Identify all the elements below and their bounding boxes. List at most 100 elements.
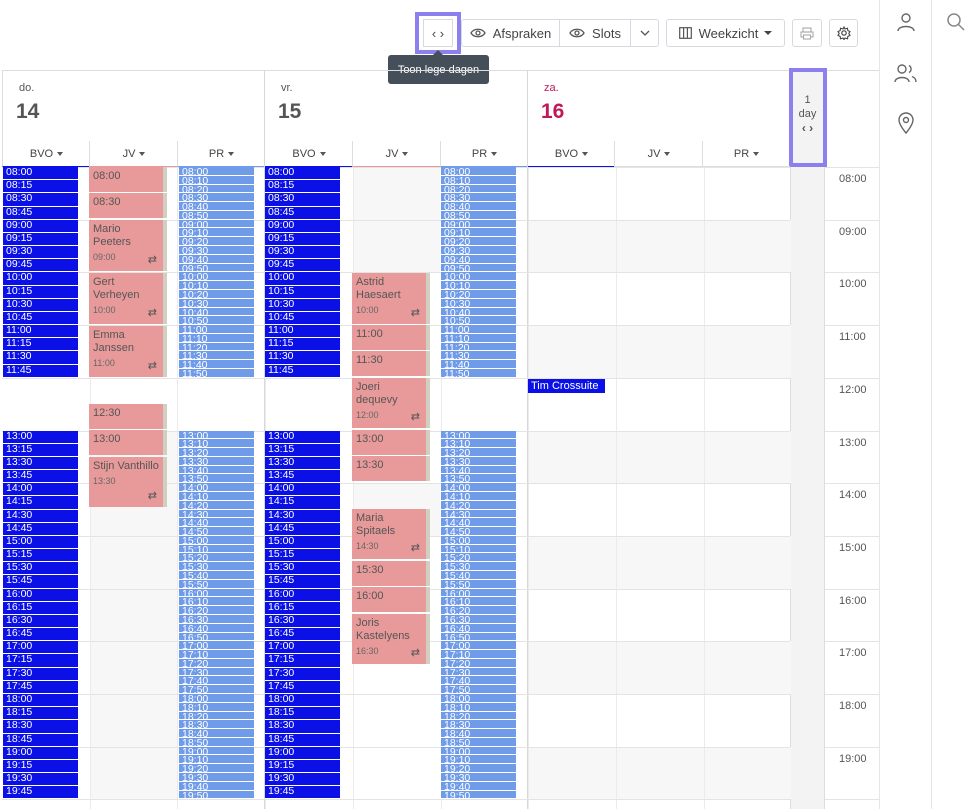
slot[interactable]: 15:45 [3, 575, 78, 589]
slot[interactable]: 09:00 [441, 219, 516, 229]
slot[interactable]: 17:20 [179, 658, 254, 668]
slot[interactable]: 16:40 [179, 623, 254, 633]
slot[interactable]: 09:45 [265, 259, 340, 273]
slot[interactable]: 10:10 [179, 281, 254, 290]
appointment[interactable]: 13:00 [352, 430, 430, 455]
view-selector-button[interactable]: Weekzicht [666, 19, 785, 47]
appointment[interactable]: Joeri dequevy 12:00 ⇄ [352, 378, 430, 428]
slot[interactable]: 09:40 [179, 254, 254, 264]
slot[interactable]: 13:15 [265, 443, 340, 457]
slot[interactable]: 09:15 [265, 232, 340, 247]
slot[interactable]: 16:50 [441, 632, 516, 642]
slot[interactable]: 18:00 [265, 694, 340, 708]
search-icon[interactable] [946, 12, 965, 31]
slot[interactable]: 17:15 [3, 654, 78, 668]
slot[interactable]: 08:45 [265, 206, 340, 220]
slot[interactable]: 09:30 [441, 246, 516, 255]
calendar-event[interactable]: Tim Crossuite [528, 379, 605, 393]
slot[interactable]: 09:10 [179, 228, 254, 238]
slot[interactable]: 17:15 [265, 654, 340, 668]
slot[interactable]: 13:00 [265, 430, 340, 444]
slot[interactable]: 16:45 [265, 628, 340, 642]
slot[interactable]: 19:10 [441, 755, 516, 765]
slot[interactable]: 10:15 [3, 285, 78, 299]
day-header-friday[interactable]: vr. 15 [264, 70, 528, 141]
appointment[interactable]: 11:00 [352, 325, 430, 350]
slot[interactable]: 09:40 [441, 254, 516, 264]
slot[interactable]: 19:30 [179, 773, 254, 782]
slot[interactable]: 08:40 [441, 202, 516, 211]
column-header-fri-bvo[interactable]: BVO [264, 141, 353, 167]
slot[interactable]: 11:15 [265, 338, 340, 352]
slot[interactable]: 11:50 [179, 369, 254, 378]
slot[interactable]: 09:50 [179, 263, 254, 273]
slot[interactable]: 14:50 [179, 527, 254, 536]
slot[interactable]: 17:30 [3, 667, 78, 681]
slot[interactable]: 08:50 [179, 210, 254, 220]
slot[interactable]: 13:30 [3, 456, 78, 471]
slot[interactable]: 10:45 [3, 311, 78, 326]
slot[interactable]: 11:30 [441, 351, 516, 361]
slot[interactable]: 13:40 [441, 465, 516, 475]
slot[interactable]: 13:10 [179, 439, 254, 449]
appointments-toggle-button[interactable]: Afspraken [461, 19, 560, 47]
slot[interactable]: 10:45 [265, 311, 340, 326]
column-header-fri-jv[interactable]: JV [352, 141, 441, 167]
slot[interactable]: 18:45 [265, 733, 340, 747]
slot[interactable]: 17:00 [3, 641, 78, 655]
slot[interactable]: 10:50 [441, 316, 516, 326]
slot[interactable]: 16:00 [265, 588, 340, 602]
slot[interactable]: 13:45 [3, 470, 78, 484]
slot[interactable]: 11:45 [265, 364, 340, 378]
slot[interactable]: 16:00 [179, 588, 254, 598]
slot[interactable]: 09:20 [179, 237, 254, 247]
slot[interactable]: 19:30 [441, 773, 516, 782]
appointment[interactable]: 13:30 [352, 456, 430, 481]
slot[interactable]: 11:10 [441, 333, 516, 343]
slot[interactable]: 08:00 [179, 167, 254, 176]
slot[interactable]: 10:30 [441, 298, 516, 308]
slot[interactable]: 15:50 [441, 579, 516, 589]
slot[interactable]: 15:00 [441, 535, 516, 545]
slot[interactable]: 14:15 [3, 496, 78, 510]
slot[interactable]: 19:45 [265, 786, 340, 800]
slot[interactable]: 14:30 [3, 509, 78, 523]
slot[interactable]: 19:45 [3, 786, 78, 800]
appointment[interactable]: 15:30 [352, 561, 430, 586]
slot[interactable]: 19:00 [441, 746, 516, 756]
slot[interactable]: 18:00 [179, 694, 254, 703]
slot[interactable]: 14:40 [441, 518, 516, 528]
appointment[interactable]: 08:30 [89, 193, 167, 218]
slot[interactable]: 15:00 [265, 535, 340, 550]
slot[interactable]: 08:15 [3, 180, 78, 194]
slot[interactable]: 11:30 [179, 351, 254, 361]
slot[interactable]: 19:15 [265, 759, 340, 774]
appointment[interactable]: Emma Janssen 11:00 ⇄ [89, 326, 167, 377]
slot[interactable]: 09:15 [3, 232, 78, 247]
slot[interactable]: 16:50 [179, 632, 254, 642]
slot[interactable]: 11:00 [3, 325, 78, 339]
slot[interactable]: 15:00 [3, 535, 78, 550]
slot[interactable]: 16:30 [179, 614, 254, 624]
column-header-sat-bvo[interactable]: BVO [527, 141, 615, 167]
slot[interactable]: 18:50 [441, 737, 516, 747]
slot[interactable]: 15:10 [441, 544, 516, 554]
appointment[interactable]: Mario Peeters 09:00 ⇄ [89, 220, 167, 271]
slot[interactable]: 14:50 [441, 527, 516, 536]
slot[interactable]: 18:10 [179, 702, 254, 712]
slot[interactable]: 14:00 [441, 483, 516, 492]
slot[interactable]: 15:20 [441, 553, 516, 563]
slot[interactable]: 17:45 [3, 680, 78, 694]
slot[interactable]: 19:00 [3, 746, 78, 760]
slot[interactable]: 11:40 [179, 360, 254, 369]
slot[interactable]: 13:00 [3, 430, 78, 444]
slot[interactable]: 14:30 [441, 509, 516, 519]
slot[interactable]: 09:30 [3, 246, 78, 260]
slot[interactable]: 14:45 [265, 522, 340, 536]
slot[interactable]: 17:00 [179, 641, 254, 651]
slot[interactable]: 18:15 [265, 707, 340, 721]
slot[interactable]: 10:50 [179, 316, 254, 326]
slot[interactable]: 17:00 [441, 641, 516, 651]
appointment[interactable]: Maria Spitaels 14:30 ⇄ [352, 509, 430, 559]
column-header-fri-pr[interactable]: PR [440, 141, 528, 167]
